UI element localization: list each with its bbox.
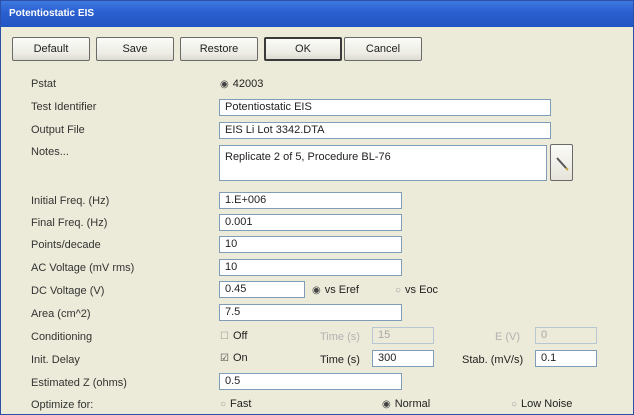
- points-decade-label: Points/decade: [31, 239, 101, 251]
- radio-unselected-icon: ○: [395, 285, 402, 296]
- estimated-z-input[interactable]: 0.5: [219, 373, 402, 390]
- radio-selected-icon: ◉: [312, 285, 321, 296]
- area-label: Area (cm^2): [31, 308, 91, 320]
- ac-voltage-input[interactable]: 10: [219, 259, 402, 276]
- conditioning-checkbox[interactable]: ☐ Off: [220, 330, 247, 342]
- notes-edit-button[interactable]: [550, 144, 573, 181]
- checkbox-unchecked-icon: ☐: [220, 331, 229, 342]
- init-delay-label: Init. Delay: [31, 354, 80, 366]
- dc-voltage-input[interactable]: 0.45: [219, 281, 305, 298]
- pstat-value: 42003: [232, 78, 264, 90]
- save-button[interactable]: Save: [96, 37, 174, 61]
- vs-eoc-radio[interactable]: ○ vs Eoc: [395, 284, 438, 296]
- init-delay-time-input[interactable]: 300: [372, 350, 434, 367]
- radio-selected-icon: ◉: [220, 79, 229, 90]
- conditioning-checkbox-label: Off: [232, 330, 248, 342]
- vs-eref-label: vs Eref: [324, 284, 359, 296]
- init-delay-checkbox[interactable]: ☑ On: [220, 352, 248, 364]
- dialog-window: Potentiostatic EIS Default Save Restore …: [0, 0, 634, 415]
- pencil-icon: [556, 157, 569, 171]
- conditioning-e-input[interactable]: 0: [535, 327, 597, 344]
- test-identifier-input[interactable]: Potentiostatic EIS: [219, 99, 551, 116]
- conditioning-time-label: Time (s): [320, 331, 360, 343]
- optimize-normal-radio[interactable]: ◉ Normal: [382, 398, 430, 410]
- optimize-fast-label: Fast: [230, 398, 252, 410]
- notes-input[interactable]: Replicate 2 of 5, Procedure BL-76: [219, 145, 547, 181]
- optimize-for-label: Optimize for:: [31, 399, 94, 411]
- init-delay-time-label: Time (s): [320, 354, 360, 366]
- estimated-z-label: Estimated Z (ohms): [31, 377, 127, 389]
- points-decade-input[interactable]: 10: [219, 236, 402, 253]
- notes-label: Notes...: [31, 146, 69, 158]
- ok-button[interactable]: OK: [264, 37, 342, 61]
- conditioning-label: Conditioning: [31, 331, 93, 343]
- init-delay-checkbox-label: On: [232, 352, 248, 364]
- pstat-label: Pstat: [31, 78, 57, 90]
- init-delay-stab-label: Stab. (mV/s): [462, 354, 524, 366]
- output-file-input[interactable]: EIS Li Lot 3342.DTA: [219, 122, 551, 139]
- output-file-label: Output File: [31, 124, 85, 136]
- final-freq-input[interactable]: 0.001: [219, 214, 402, 231]
- checkbox-checked-icon: ☑: [220, 353, 229, 364]
- initial-freq-input[interactable]: 1.E+006: [219, 192, 402, 209]
- vs-eoc-label: vs Eoc: [405, 284, 439, 296]
- radio-selected-icon: ◉: [382, 399, 391, 410]
- ac-voltage-label: AC Voltage (mV rms): [31, 262, 135, 274]
- optimize-low-noise-radio[interactable]: ○ Low Noise: [511, 398, 572, 410]
- area-input[interactable]: 7.5: [219, 304, 402, 321]
- optimize-fast-radio[interactable]: ○ Fast: [220, 398, 251, 410]
- window-title: Potentiostatic EIS: [9, 8, 95, 19]
- radio-unselected-icon: ○: [220, 399, 227, 410]
- default-button[interactable]: Default: [12, 37, 90, 61]
- test-identifier-label: Test Identifier: [31, 101, 97, 113]
- init-delay-stab-input[interactable]: 0.1: [535, 350, 597, 367]
- dc-voltage-label: DC Voltage (V): [31, 285, 105, 297]
- vs-eref-radio[interactable]: ◉ vs Eref: [312, 284, 359, 296]
- conditioning-e-label: E (V): [495, 331, 521, 343]
- radio-unselected-icon: ○: [511, 399, 518, 410]
- title-bar: Potentiostatic EIS: [1, 1, 633, 27]
- optimize-low-noise-label: Low Noise: [521, 398, 573, 410]
- final-freq-label: Final Freq. (Hz): [31, 217, 108, 229]
- cancel-button[interactable]: Cancel: [344, 37, 422, 61]
- initial-freq-label: Initial Freq. (Hz): [31, 195, 110, 207]
- restore-button[interactable]: Restore: [180, 37, 258, 61]
- pstat-radio[interactable]: ◉ 42003: [220, 78, 263, 90]
- optimize-normal-label: Normal: [394, 398, 431, 410]
- conditioning-time-input[interactable]: 15: [372, 327, 434, 344]
